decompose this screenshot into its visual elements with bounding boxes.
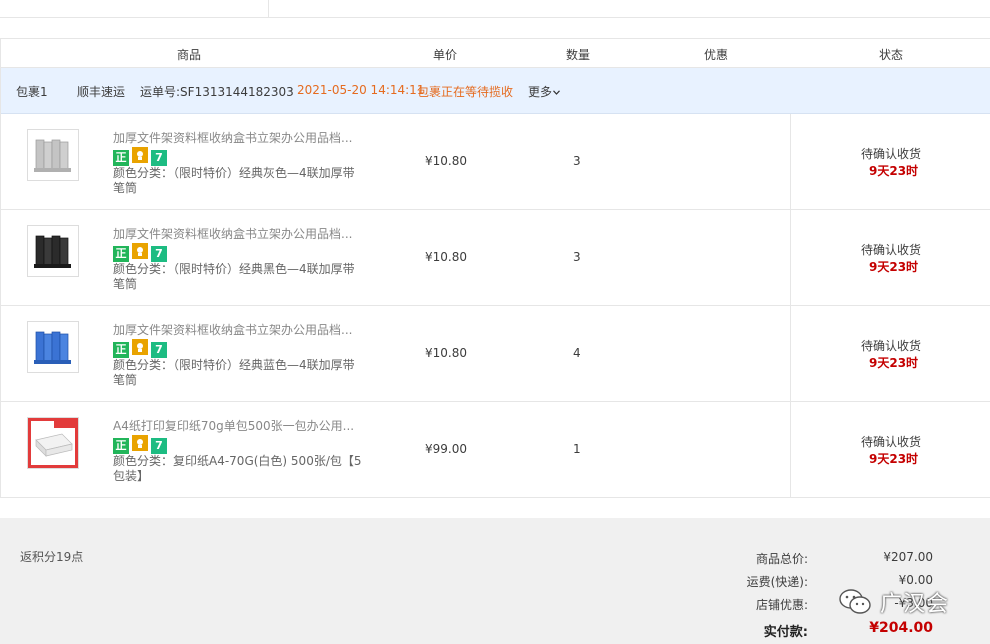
watermark: 广汉会: [838, 584, 949, 620]
order-item-row: 加厚文件架资料框收纳盒书立架办公用品档... 正7 颜色分类：（限时特价）经典灰…: [1, 114, 990, 210]
confirm-countdown: 9天23时: [869, 452, 919, 466]
package-state: 包裹正在等待揽收: [417, 85, 514, 99]
amount-paid-label: 实付款:: [763, 625, 808, 640]
tracking-number: 运单号:SF1313144182303: [140, 85, 294, 99]
status-cell: 待确认收货 9天23时: [790, 114, 990, 210]
file-rack-image-icon: [28, 226, 78, 276]
order-item-row: 加厚文件架资料框收纳盒书立架办公用品档... 正7 颜色分类：（限时特价）经典蓝…: [1, 306, 990, 402]
package-bar: 包裹1 顺丰速运 运单号:SF1313144182303 2021-05-20 …: [1, 68, 990, 114]
genuine-badge: 正: [113, 342, 129, 358]
amount-paid-value: ¥204.00: [869, 620, 933, 636]
package-datetime: 2021-05-20 14:14:11: [297, 83, 425, 97]
order-status: 待确认收货: [861, 147, 922, 161]
guarantee-badge-icon: [132, 147, 148, 163]
unit-price: ¥99.00: [425, 442, 467, 456]
product-sku: 颜色分类：（限时特价）经典蓝色—4联加厚带笔筒: [113, 358, 355, 387]
file-rack-image-icon: [28, 130, 78, 180]
quantity: 3: [573, 250, 581, 264]
unit-price: ¥10.80: [425, 346, 467, 360]
chevron-down-icon: [553, 90, 560, 95]
status-cell: 待确认收货 9天23时: [790, 306, 990, 402]
status-cell: 待确认收货 9天23时: [790, 402, 990, 498]
order-status: 待确认收货: [861, 243, 922, 257]
header-unit-price: 单价: [433, 48, 458, 62]
guarantee-badge-icon: [132, 339, 148, 355]
quantity: 3: [573, 154, 581, 168]
header-quantity: 数量: [566, 48, 591, 62]
guarantee-badge-icon: [132, 435, 148, 451]
file-rack-image-icon: [28, 322, 78, 372]
shipping-label: 运费(快递):: [746, 575, 808, 589]
seven-day-return-badge: 7: [151, 342, 167, 358]
header-product: 商品: [177, 48, 202, 62]
product-title-link[interactable]: A4纸打印复印纸70g单包500张一包办公用...: [113, 417, 363, 434]
product-sku: 颜色分类：（限时特价）经典黑色—4联加厚带笔筒: [113, 262, 355, 291]
package-carrier: 顺丰速运: [77, 85, 126, 99]
service-badges: 正7: [113, 243, 170, 262]
goods-total-value: ¥207.00: [883, 550, 933, 564]
reward-points: 返积分19点: [20, 550, 84, 564]
unit-price: ¥10.80: [425, 250, 467, 264]
header-discount: 优惠: [704, 48, 729, 62]
seven-day-return-badge: 7: [151, 150, 167, 166]
guarantee-badge-icon: [132, 243, 148, 259]
product-thumbnail[interactable]: [27, 417, 79, 469]
seven-day-return-badge: 7: [151, 438, 167, 454]
service-badges: 正7: [113, 147, 170, 166]
wechat-icon: [839, 589, 871, 614]
top-bar: [0, 0, 990, 18]
more-label: 更多: [528, 85, 553, 99]
status-cell: 待确认收货 9天23时: [790, 210, 990, 306]
order-item-row: 加厚文件架资料框收纳盒书立架办公用品档... 正7 颜色分类：（限时特价）经典黑…: [1, 210, 990, 306]
product-thumbnail[interactable]: [27, 129, 79, 181]
product-thumbnail[interactable]: [27, 225, 79, 277]
confirm-countdown: 9天23时: [869, 356, 919, 370]
product-sku: 颜色分类：（限时特价）经典灰色—4联加厚带笔筒: [113, 166, 355, 195]
confirm-countdown: 9天23时: [869, 164, 919, 178]
unit-price: ¥10.80: [425, 154, 467, 168]
order-status: 待确认收货: [861, 435, 922, 449]
top-right-box: [269, 0, 990, 18]
order-summary: 返积分19点 商品总价: ¥207.00 运费(快递): ¥0.00 店铺优惠:…: [0, 518, 990, 644]
product-thumbnail[interactable]: [27, 321, 79, 373]
genuine-badge: 正: [113, 150, 129, 166]
order-item-row: A4纸打印复印纸70g单包500张一包办公用... 正7 颜色分类：复印纸A4-…: [1, 402, 990, 498]
package-name: 包裹1: [16, 85, 48, 99]
watermark-text: 广汉会: [880, 592, 950, 617]
confirm-countdown: 9天23时: [869, 260, 919, 274]
top-left-box: [0, 0, 269, 18]
quantity: 1: [573, 442, 581, 456]
seven-day-return-badge: 7: [151, 246, 167, 262]
quantity: 4: [573, 346, 581, 360]
service-badges: 正7: [113, 339, 170, 358]
product-title-link[interactable]: 加厚文件架资料框收纳盒书立架办公用品档...: [113, 129, 363, 146]
table-header: 商品 单价 数量 优惠 状态: [1, 39, 990, 68]
goods-total-label: 商品总价:: [755, 552, 808, 566]
header-status: 状态: [879, 48, 904, 62]
genuine-badge: 正: [113, 246, 129, 262]
product-title-link[interactable]: 加厚文件架资料框收纳盒书立架办公用品档...: [113, 225, 363, 242]
service-badges: 正7: [113, 435, 170, 454]
product-title-link[interactable]: 加厚文件架资料框收纳盒书立架办公用品档...: [113, 321, 363, 338]
shop-discount-label: 店铺优惠:: [755, 598, 808, 612]
product-sku: 颜色分类：复印纸A4-70G(白色) 500张/包【5包装】: [113, 454, 362, 483]
genuine-badge: 正: [113, 438, 129, 454]
order-table: 商品 单价 数量 优惠 状态 包裹1 顺丰速运 运单号:SF1313144182…: [0, 38, 990, 498]
paper-pack-image-icon: [28, 418, 78, 468]
more-button[interactable]: 更多: [528, 83, 560, 100]
order-status: 待确认收货: [861, 339, 922, 353]
